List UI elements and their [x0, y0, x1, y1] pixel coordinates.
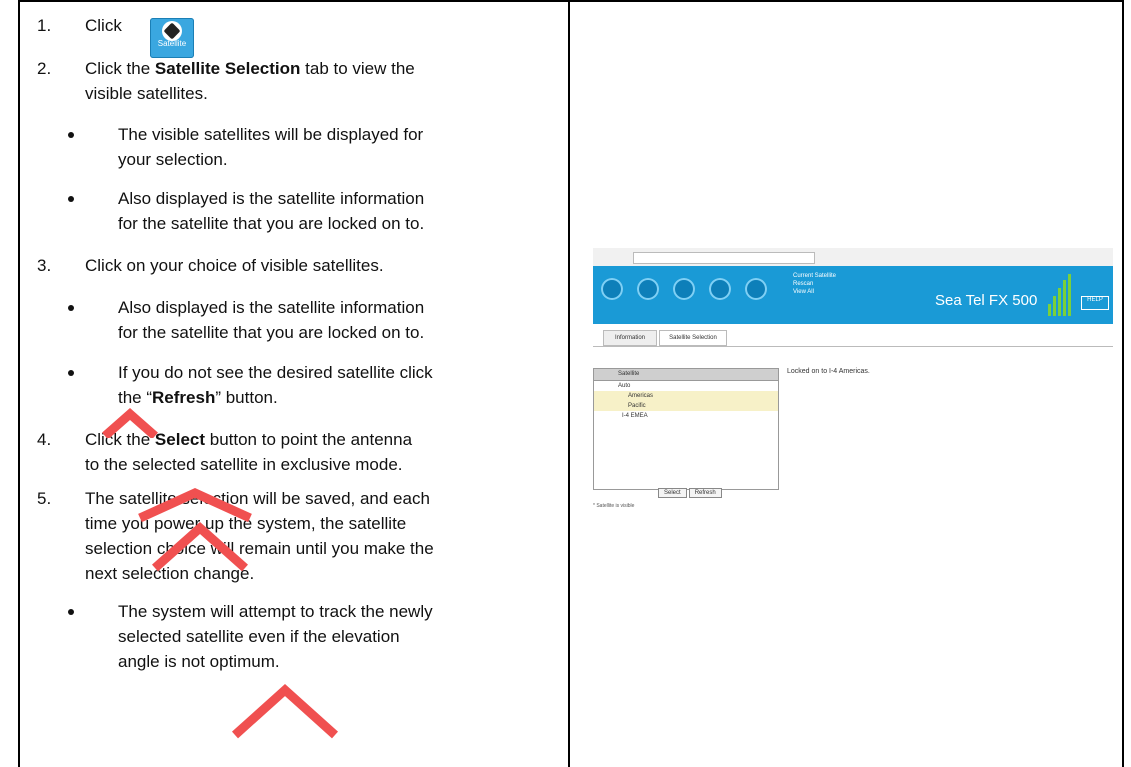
- refresh-label: Refresh: [152, 388, 216, 407]
- tab-bar: Information Satellite Selection: [593, 326, 1113, 347]
- list-item: I-4 EMEA: [622, 413, 648, 419]
- list-header: Satellite: [594, 369, 778, 381]
- refresh-button: Refresh: [688, 488, 722, 498]
- table-top-border: [20, 0, 1122, 2]
- list-item: Americas: [594, 391, 778, 401]
- setup-icon: [745, 278, 767, 300]
- scan-artifact: [231, 683, 339, 739]
- button-group: Select Refresh: [658, 488, 724, 498]
- step-number: 1.: [37, 16, 52, 35]
- step-number: 5.: [37, 489, 52, 508]
- step-number: 4.: [37, 430, 52, 449]
- header-links: Current Satellite Rescan View All: [793, 273, 837, 295]
- apps-icon: [673, 278, 695, 300]
- status-icon: [637, 278, 659, 300]
- app-header: Current Satellite Rescan View All Sea Te…: [593, 266, 1113, 324]
- docs-icon: [709, 278, 731, 300]
- satellite-selection-label: Satellite Selection: [154, 59, 301, 78]
- brand-title: Sea Tel FX 500: [935, 292, 1038, 309]
- satellite-button-icon: Satellite: [150, 18, 194, 58]
- tab-satellite-selection: Satellite Selection: [659, 330, 727, 346]
- satellite-icon: [601, 278, 623, 300]
- bullet-icon: [68, 196, 74, 202]
- step-text: Click on your choice of visible satellit…: [85, 256, 384, 275]
- step-text: Click the Satellite Selection tab to vie…: [85, 59, 415, 103]
- help-button: HELP: [1081, 296, 1109, 310]
- signal-bars-icon: [1048, 274, 1074, 316]
- step-number: 2.: [37, 59, 52, 78]
- list-item: Auto: [618, 383, 631, 389]
- list-item: Pacific: [594, 401, 778, 411]
- browser-bar: [593, 248, 1113, 267]
- locked-status: Locked on to I-4 Americas.: [787, 368, 870, 375]
- bullet-icon: [68, 370, 74, 376]
- select-button: Select: [658, 488, 687, 498]
- step-number: 3.: [37, 256, 52, 275]
- url-field: [633, 252, 815, 264]
- footnote: * Satellite is visible: [593, 503, 635, 509]
- satellite-button-caption: Satellite: [157, 39, 187, 48]
- bullet-icon: [68, 132, 74, 138]
- web-ui-screenshot: Current Satellite Rescan View All Sea Te…: [593, 248, 1113, 518]
- satellite-list: Satellite Auto Americas Pacific I-4 EMEA: [593, 368, 779, 490]
- tab-information: Information: [603, 330, 657, 346]
- scan-artifact: [102, 408, 158, 438]
- column-divider: [568, 0, 570, 767]
- bullet-icon: [68, 305, 74, 311]
- scan-artifact: [138, 488, 252, 572]
- bullet-icon: [68, 609, 74, 615]
